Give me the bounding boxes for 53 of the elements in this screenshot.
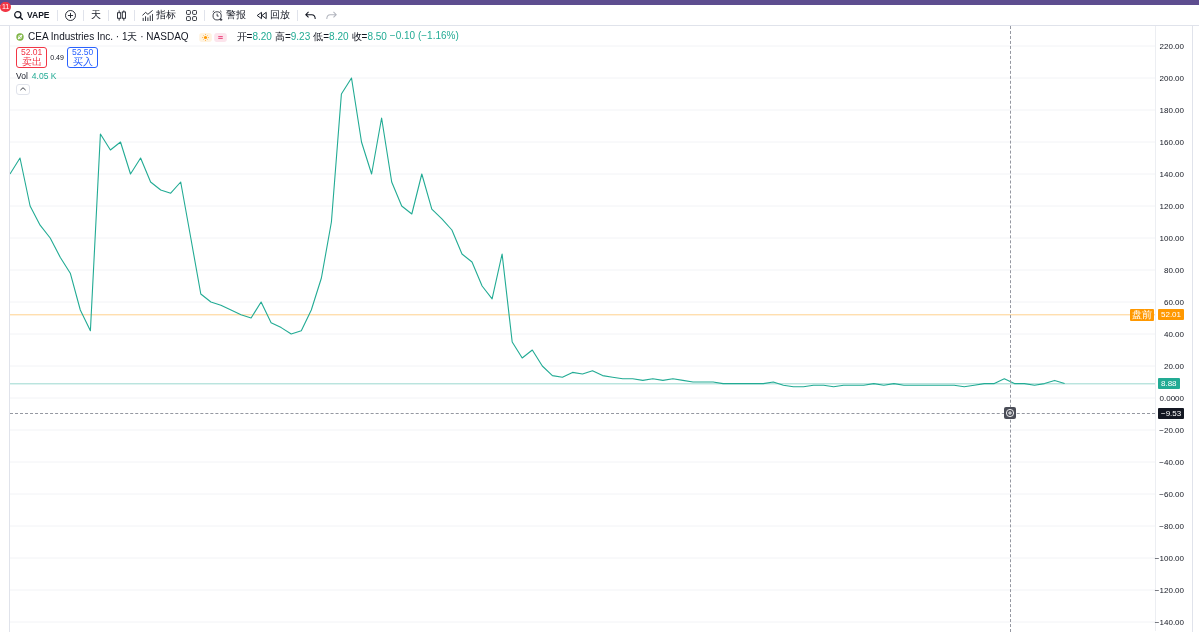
sell-button[interactable]: 52.01 卖出 (16, 47, 48, 68)
plus-circle-icon[interactable] (1003, 407, 1016, 419)
axis-label: 20.00 (1163, 362, 1184, 371)
volume-value: 4.05 K (31, 70, 57, 81)
ohlc-value: 低=8.20 (313, 30, 349, 44)
axis-label: 220.00 (1159, 42, 1184, 51)
axis-label: −20.00 (1159, 426, 1184, 436)
axis-label: 60.00 (1163, 298, 1184, 307)
axis-label: −100.00 (1154, 554, 1184, 564)
price-tag: 8.88 (1158, 378, 1180, 390)
redo-arrow-icon (325, 10, 337, 20)
axis-label: −40.00 (1159, 458, 1184, 468)
ohlc-value: 收=8.50 (351, 30, 387, 44)
chevron-icon (20, 87, 26, 91)
axis-label: 180.00 (1159, 106, 1184, 115)
plus-circle-icon (64, 9, 76, 21)
alarm-clock-icon (211, 9, 223, 21)
sun-icon (198, 32, 212, 42)
price-tag: 52.01 (1158, 309, 1185, 321)
interval-button[interactable]: 天 (87, 7, 104, 23)
symbol-title: CEA Industries Inc. · 1天 · NASDAQ (28, 30, 189, 44)
replay-button[interactable]: 回放 (252, 7, 293, 23)
grid-icon (185, 9, 197, 21)
axis-label: 80.00 (1163, 266, 1184, 275)
crosshair-price-tag: −9.53 (1158, 407, 1185, 419)
volume-label: Vol (16, 70, 28, 81)
axis-label: 100.00 (1159, 234, 1184, 243)
axis-label: 200.00 (1159, 74, 1184, 83)
axis-label: 160.00 (1159, 138, 1184, 147)
axis-label: −140.00 (1154, 618, 1184, 628)
symbol-search-button[interactable]: VAPE (11, 7, 53, 23)
axis-label: 140.00 (1159, 170, 1184, 179)
legend-toggle-button[interactable] (16, 83, 30, 95)
candlesticks-icon (115, 9, 127, 21)
chart-trend-icon (141, 9, 153, 21)
axis-label: 0.0000 (1159, 394, 1184, 403)
axis-label: 40.00 (1163, 330, 1184, 339)
alert-button[interactable]: 警报 (208, 7, 249, 23)
axis-label: 120.00 (1159, 202, 1184, 211)
price-change: −0.10 (−1.16%) (389, 30, 459, 43)
logo-icon (16, 33, 24, 41)
rewind-icon (255, 10, 267, 20)
ohlc-value: 开=8.20 (236, 30, 272, 44)
indicators-button[interactable]: 指标 (138, 7, 179, 23)
undo-arrow-icon (304, 10, 316, 20)
session-tag: 盘前 (1130, 308, 1154, 321)
axis-label: −80.00 (1159, 522, 1184, 532)
search-icon (14, 10, 23, 20)
equals-icon (213, 32, 227, 42)
ohlc-value: 高=9.23 (274, 30, 311, 44)
axis-label: −120.00 (1154, 586, 1184, 596)
axis-label: −60.00 (1159, 490, 1184, 500)
buy-button[interactable]: 52.50 买入 (66, 47, 99, 68)
